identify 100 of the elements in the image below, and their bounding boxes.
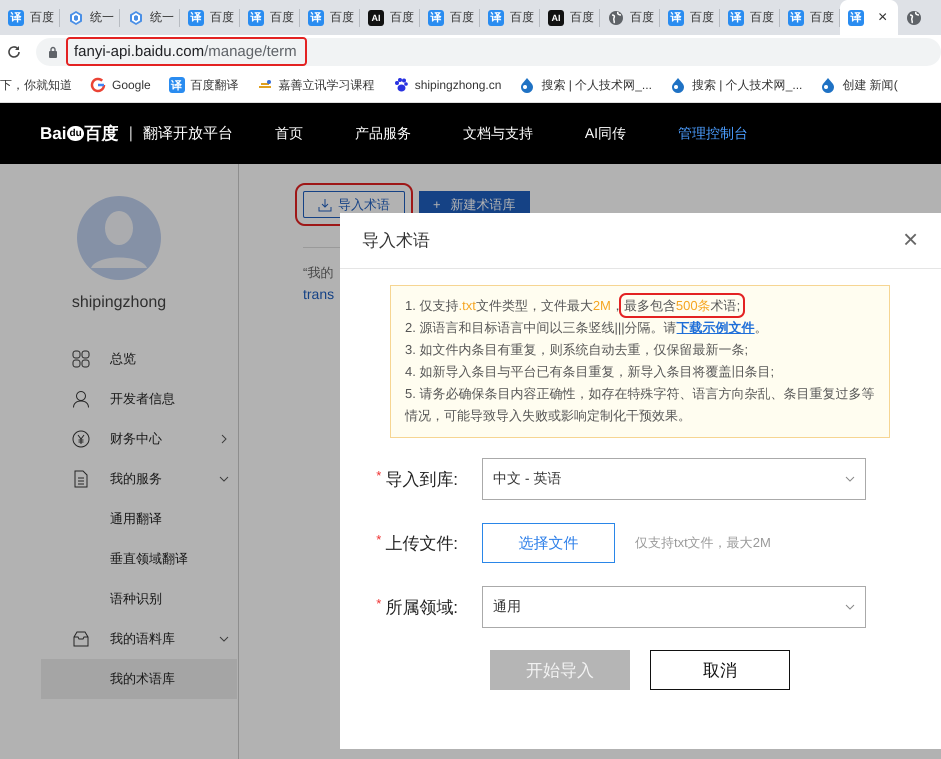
bookmark[interactable]: shipingzhong.cn bbox=[392, 77, 502, 93]
globe-icon bbox=[906, 10, 922, 26]
favicon-icon: 译 bbox=[488, 10, 504, 26]
bookmark[interactable]: 创建 新闻( bbox=[820, 76, 898, 94]
browser-tab[interactable]: 译 百度 bbox=[300, 8, 360, 26]
favicon-icon: 译 bbox=[188, 10, 204, 26]
select-field[interactable]: 中文 - 英语 bbox=[482, 458, 866, 500]
cube-icon bbox=[68, 10, 84, 26]
choose-file-button[interactable]: 选择文件 bbox=[482, 523, 615, 563]
notice-line: 5. 请务必确保条目内容正确性，如存在特殊字符、语言方向杂乱、条目重复过多等情况，可能导致导入失败或影响定制化干预效果。 bbox=[405, 385, 875, 425]
sidebar-item[interactable]: 总览 bbox=[41, 339, 237, 379]
tab-title: 百度 bbox=[330, 9, 354, 26]
close-icon[interactable]: × bbox=[903, 225, 918, 253]
browser-tab[interactable]: 译 百度 bbox=[780, 8, 840, 26]
browser-tab[interactable]: 译 百度 bbox=[480, 8, 540, 26]
baidu-logo[interactable]: Bai du 百度 bbox=[40, 122, 119, 145]
drop-icon bbox=[519, 77, 536, 93]
platform-title: 翻译开放平台 bbox=[142, 124, 233, 143]
browser-tab[interactable]: 译 × bbox=[840, 0, 898, 35]
separator-text: | bbox=[128, 124, 133, 142]
browser-tab[interactable]: AI 百度 bbox=[360, 8, 420, 26]
favicon-icon: 译 bbox=[248, 10, 264, 26]
bookmark[interactable]: 搜索 | 个人技术网_... bbox=[670, 76, 802, 94]
browser-tab[interactable]: 译 百度 bbox=[180, 8, 240, 26]
favicon-icon: AI bbox=[368, 10, 384, 26]
sidebar-item[interactable]: 我的语料库 bbox=[41, 619, 237, 659]
avatar-icon bbox=[77, 196, 161, 280]
reload-icon[interactable] bbox=[6, 44, 22, 60]
browser-tab[interactable]: AI 百度 bbox=[540, 8, 600, 26]
sidebar-subitem[interactable]: 我的术语库 bbox=[41, 659, 237, 699]
field-label: * 所属领域: bbox=[375, 596, 459, 618]
sidebar-subitem[interactable]: 语种识别 bbox=[41, 579, 237, 619]
bookmark[interactable]: 嘉善立讯学习课程 bbox=[256, 76, 375, 94]
nav-link[interactable]: 管理控制台 bbox=[678, 124, 748, 142]
download-link[interactable]: 下载示例文件 bbox=[676, 320, 755, 335]
drop-icon bbox=[820, 77, 836, 93]
nav-link[interactable]: AI同传 bbox=[584, 124, 626, 142]
close-icon[interactable]: × bbox=[878, 8, 888, 26]
download-icon bbox=[318, 198, 332, 212]
bookmark[interactable]: 搜索 | 个人技术网_... bbox=[519, 76, 652, 94]
favicon-icon: 译 bbox=[308, 10, 324, 26]
field-label: * 导入到库: bbox=[375, 468, 459, 490]
tab-title: 百度 bbox=[270, 9, 294, 26]
favicon-icon: AI bbox=[548, 10, 564, 26]
bookmark[interactable]: 译 百度翻译 bbox=[168, 76, 239, 94]
chevron-down-icon bbox=[845, 474, 855, 484]
browser-tab[interactable]: 译 百度 bbox=[0, 8, 60, 26]
sidebar-item[interactable]: 财务中心 bbox=[41, 419, 237, 459]
tab-title: 百度 bbox=[510, 9, 534, 26]
browser-tab[interactable]: 统一 bbox=[120, 8, 180, 26]
favicon-icon: 译 bbox=[788, 10, 804, 26]
dialog-button[interactable]: 取消 bbox=[650, 650, 790, 690]
intro-text: “我的 bbox=[303, 264, 334, 282]
tab-title: 百度 bbox=[450, 9, 474, 26]
sidebar-item[interactable]: 我的服务 bbox=[41, 459, 237, 499]
dialog-title: 导入术语 bbox=[362, 230, 430, 252]
paw-icon bbox=[392, 77, 409, 93]
yen-icon bbox=[72, 430, 90, 448]
username: shipingzhong bbox=[70, 294, 168, 312]
browser-tab[interactable]: 译 百度 bbox=[240, 8, 300, 26]
tab-title: 百度 bbox=[810, 9, 834, 26]
browser-tab[interactable]: 统一 bbox=[60, 8, 120, 26]
tab-title: 百度 bbox=[390, 9, 414, 26]
tab-title: 百度 bbox=[30, 9, 54, 26]
browser-tab[interactable]: 译 百度 bbox=[720, 8, 780, 26]
tab-title: 统一 bbox=[90, 9, 114, 26]
address-field[interactable]: fanyi-api.baidu.com/manage/term bbox=[36, 38, 941, 66]
sidebar-subitem[interactable]: 垂直领域翻译 bbox=[41, 539, 237, 579]
select-field[interactable]: 通用 bbox=[482, 586, 866, 628]
tab-title: 百度 bbox=[690, 9, 714, 26]
bookmark[interactable]: 下，你就知道 bbox=[0, 76, 72, 94]
nav-link[interactable]: 首页 bbox=[274, 124, 303, 142]
globe-icon bbox=[608, 10, 624, 26]
browser-tab[interactable]: 译 百度 bbox=[420, 8, 480, 26]
hint-text: 仅支持txt文件，最大2M bbox=[635, 534, 771, 552]
grid-icon bbox=[72, 350, 90, 368]
tab-title: 百度 bbox=[210, 9, 234, 26]
notice-line: 2. 源语言和目标语言中间以三条竖线|||分隔。请下载示例文件。 bbox=[405, 319, 769, 337]
sidebar-subitem[interactable]: 通用翻译 bbox=[41, 499, 237, 539]
browser-tab[interactable]: 百度 bbox=[600, 8, 660, 26]
notice-line: 3. 如文件内条目有重复，则系统自动去重，仅保留最新一条; bbox=[405, 341, 750, 359]
user-icon bbox=[72, 390, 90, 408]
favicon-icon: 译 bbox=[848, 10, 864, 26]
nav-link[interactable]: 产品服务 bbox=[354, 124, 411, 142]
tab-title: 百度 bbox=[630, 9, 654, 26]
favicon-icon: 译 bbox=[668, 10, 684, 26]
cube-icon bbox=[128, 10, 144, 26]
notice-line: 1. 仅支持.txt文件类型，文件最大2M，最多包含500条术语; bbox=[405, 295, 875, 317]
document-icon bbox=[72, 470, 90, 488]
url-text: fanyi-api.baidu.com/manage/term bbox=[68, 39, 305, 64]
tab-title: 百度 bbox=[570, 9, 594, 26]
lock-icon bbox=[48, 46, 58, 58]
sidebar-item[interactable]: 开发者信息 bbox=[41, 379, 237, 419]
browser-tab[interactable]: 译 百度 bbox=[660, 8, 720, 26]
google-icon bbox=[90, 77, 106, 93]
chevron-down-icon bbox=[845, 602, 855, 612]
favicon-icon: 译 bbox=[728, 10, 744, 26]
nav-link[interactable]: 文档与支持 bbox=[462, 124, 533, 142]
favicon-icon: 译 bbox=[8, 10, 24, 26]
bookmark[interactable]: Google bbox=[90, 77, 151, 93]
